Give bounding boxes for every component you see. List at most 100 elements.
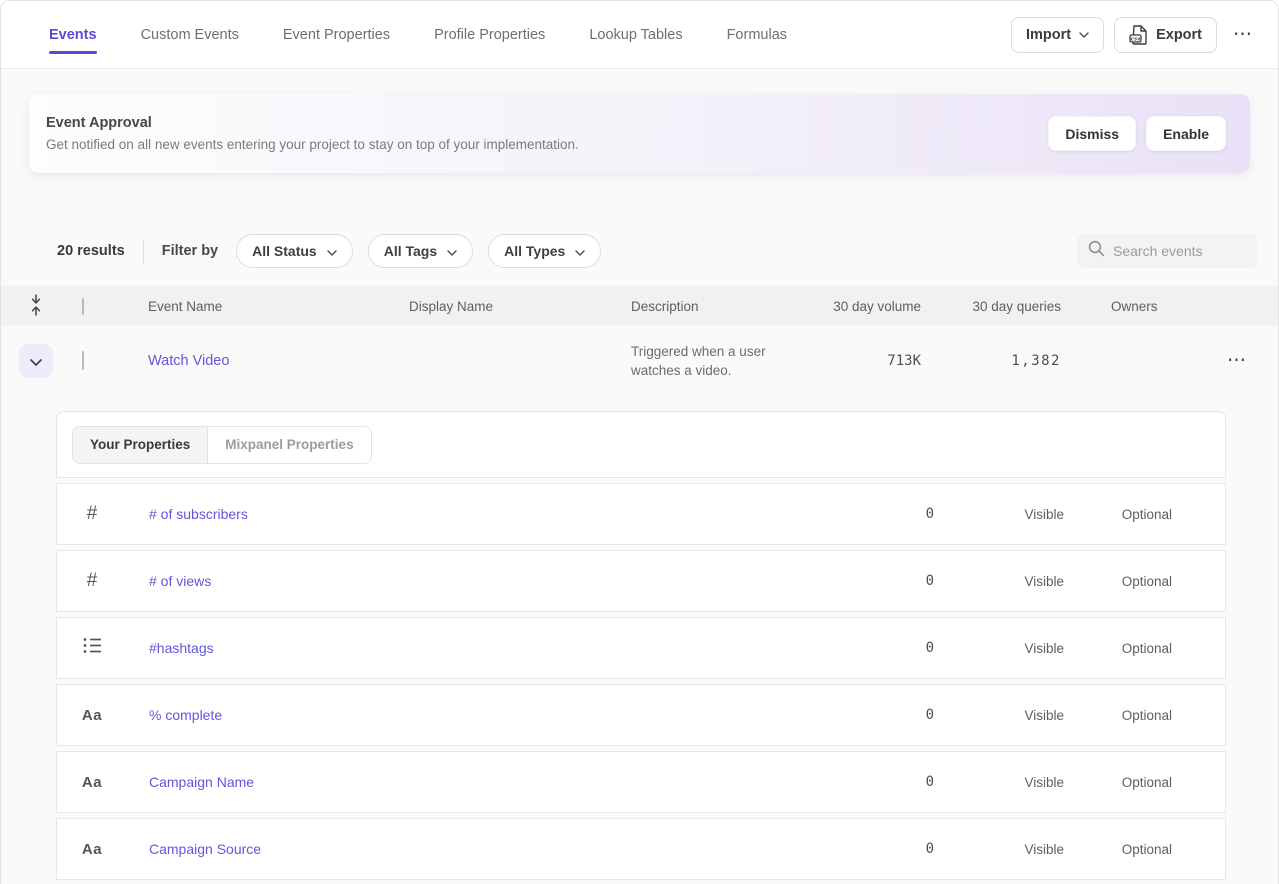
tab-profile-properties-label: Profile Properties (434, 27, 545, 43)
properties-panel: Your Properties Mixpanel Properties # # … (56, 411, 1226, 880)
property-value: 0 (834, 640, 934, 656)
property-name-link[interactable]: Campaign Name (127, 774, 834, 790)
tab-custom-events[interactable]: Custom Events (141, 1, 239, 68)
status-filter-value: All Status (252, 243, 317, 259)
svg-text:csv: csv (1131, 36, 1142, 42)
property-name-link[interactable]: % complete (127, 707, 834, 723)
property-name-link[interactable]: #hashtags (127, 640, 834, 656)
property-row: #hashtags 0 Visible Optional (56, 617, 1226, 679)
tab-formulas[interactable]: Formulas (727, 1, 787, 68)
event-name-cell: Watch Video (137, 352, 398, 370)
csv-file-icon: csv (1129, 25, 1148, 45)
tab-event-properties-label: Event Properties (283, 27, 390, 43)
event-actions-cell: ⋯ (1221, 351, 1279, 371)
property-row: # # of views 0 Visible Optional (56, 550, 1226, 612)
dismiss-button[interactable]: Dismiss (1048, 116, 1136, 151)
search-icon (1088, 240, 1105, 262)
import-button[interactable]: Import (1011, 17, 1104, 53)
tags-filter-value: All Tags (384, 243, 437, 259)
tags-filter-dropdown[interactable]: All Tags (368, 234, 473, 268)
property-visibility: Visible (934, 842, 1064, 857)
tab-your-properties[interactable]: Your Properties (73, 427, 208, 463)
tab-formulas-label: Formulas (727, 27, 787, 43)
tab-mixpanel-properties[interactable]: Mixpanel Properties (208, 427, 370, 463)
property-requirement: Optional (1064, 708, 1172, 723)
column-header-owners: Owners (1061, 299, 1221, 314)
table-header-row: Event Name Display Name Description 30 d… (1, 286, 1278, 326)
row-checkbox[interactable] (82, 351, 84, 370)
property-visibility: Visible (934, 708, 1064, 723)
types-filter-value: All Types (504, 243, 565, 259)
property-requirement: Optional (1064, 775, 1172, 790)
search-events-box (1077, 234, 1258, 268)
collapse-all-icon[interactable] (29, 294, 43, 319)
chevron-down-icon (447, 243, 457, 259)
select-all-checkbox[interactable] (82, 298, 84, 315)
tab-events-label: Events (49, 27, 97, 43)
status-filter-dropdown[interactable]: All Status (236, 234, 353, 268)
property-name-link[interactable]: # of subscribers (127, 506, 834, 522)
event-approval-banner: Event Approval Get notified on all new e… (29, 94, 1250, 173)
ellipsis-icon: ⋯ (1227, 350, 1246, 371)
event-name-link[interactable]: Watch Video (148, 353, 229, 369)
chevron-down-icon (575, 243, 585, 259)
more-options-button[interactable]: ⋯ (1227, 25, 1258, 44)
column-header-30-day-volume: 30 day volume (810, 299, 921, 314)
search-input[interactable] (1113, 243, 1247, 259)
property-value: 0 (834, 573, 934, 589)
property-name-link[interactable]: Campaign Source (127, 841, 834, 857)
text-type-icon: Aa (82, 774, 102, 791)
active-tab-underline (49, 51, 97, 54)
banner-description: Get notified on all new events entering … (46, 137, 579, 152)
property-row: Aa Campaign Name 0 Visible Optional (56, 751, 1226, 813)
text-type-icon: Aa (82, 841, 102, 858)
divider (143, 239, 144, 263)
property-row: # # of subscribers 0 Visible Optional (56, 483, 1226, 545)
property-name-link[interactable]: # of views (127, 573, 834, 589)
results-count: 20 results (57, 243, 125, 259)
tab-lookup-tables-label: Lookup Tables (589, 27, 682, 43)
tab-profile-properties[interactable]: Profile Properties (434, 1, 545, 68)
event-description: Triggered when a user watches a video. (620, 342, 810, 380)
top-navigation: Events Custom Events Event Properties Pr… (1, 1, 1278, 69)
banner-text: Event Approval Get notified on all new e… (46, 115, 579, 152)
chevron-down-icon (1079, 32, 1089, 38)
lexicon-page: Events Custom Events Event Properties Pr… (0, 0, 1279, 884)
column-header-description: Description (620, 299, 810, 314)
property-requirement: Optional (1064, 574, 1172, 589)
column-header-event-name: Event Name (137, 299, 398, 314)
property-visibility: Visible (934, 775, 1064, 790)
chevron-down-icon (327, 243, 337, 259)
tab-event-properties[interactable]: Event Properties (283, 1, 390, 68)
property-row: Aa % complete 0 Visible Optional (56, 684, 1226, 746)
property-value: 0 (834, 774, 934, 790)
filter-by-label: Filter by (162, 243, 218, 259)
chevron-down-icon (30, 354, 42, 369)
row-checkbox-cell (71, 352, 137, 370)
enable-button[interactable]: Enable (1146, 116, 1226, 151)
collapse-row-button[interactable] (19, 344, 53, 378)
tab-custom-events-label: Custom Events (141, 27, 239, 43)
text-type-icon: Aa (82, 707, 102, 724)
filter-bar: 20 results Filter by All Status All Tags… (1, 233, 1278, 269)
properties-tab-switcher: Your Properties Mixpanel Properties (72, 426, 372, 464)
event-table-row: Watch Video Triggered when a user watche… (1, 326, 1278, 396)
tab-lookup-tables[interactable]: Lookup Tables (589, 1, 682, 68)
export-button-label: Export (1156, 27, 1202, 43)
property-requirement: Optional (1064, 507, 1172, 522)
number-type-icon: # (87, 570, 98, 592)
column-header-30-day-queries: 30 day queries (921, 299, 1061, 314)
types-filter-dropdown[interactable]: All Types (488, 234, 601, 268)
export-button[interactable]: csv Export (1114, 17, 1217, 53)
row-more-options-button[interactable]: ⋯ (1221, 351, 1252, 370)
property-visibility: Visible (934, 574, 1064, 589)
list-type-icon (83, 637, 102, 659)
tab-events[interactable]: Events (49, 1, 97, 68)
property-visibility: Visible (934, 641, 1064, 656)
import-button-label: Import (1026, 27, 1071, 43)
event-30-day-volume: 713K (810, 353, 921, 369)
banner-title: Event Approval (46, 115, 579, 131)
select-all-checkbox-cell (71, 299, 137, 314)
nav-tabs: Events Custom Events Event Properties Pr… (49, 1, 787, 68)
property-requirement: Optional (1064, 842, 1172, 857)
